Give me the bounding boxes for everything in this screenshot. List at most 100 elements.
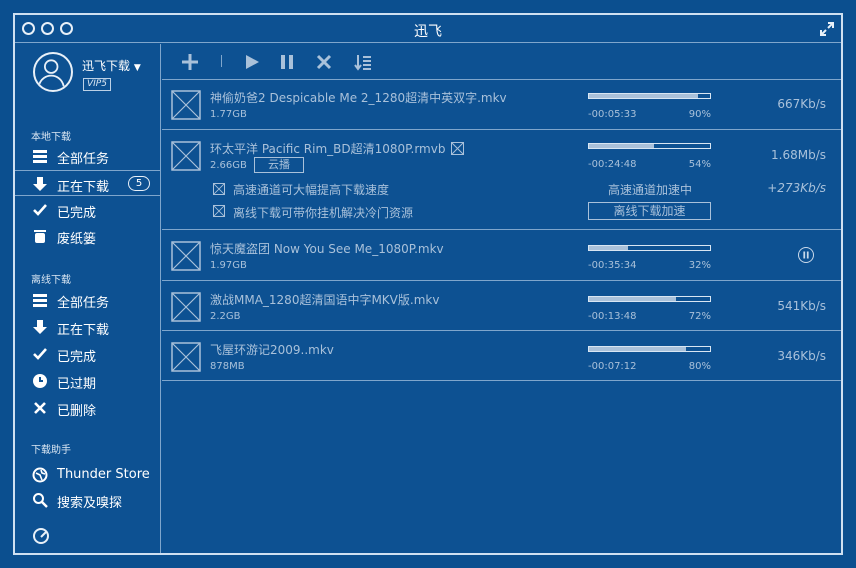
task-file-name: 神偷奶爸2 Despicable Me 2_1280超清中英双字.mkv (210, 91, 507, 105)
sidebar-item-label: 正在下载 (57, 180, 110, 195)
task-row[interactable]: 激战MMA_1280超清国语中字MKV版.mkv 2.2GB -00:13:48… (162, 282, 841, 331)
task-percent: 80% (688, 361, 711, 372)
task-percent: 72% (688, 311, 711, 322)
sidebar-item-label: 搜索及嗅探 (57, 496, 123, 511)
task-percent: 32% (688, 260, 711, 271)
task-progress-bar (588, 296, 711, 302)
paused-icon[interactable] (798, 247, 814, 263)
task-speed: 667Kb/s (777, 97, 826, 111)
sidebar-item-label: 已完成 (57, 206, 97, 221)
task-time-remaining: -00:24:48 (588, 159, 637, 170)
task-speed: 541Kb/s (777, 299, 826, 313)
toolbar (162, 44, 841, 80)
cloud-play-button[interactable]: 云播 (254, 157, 304, 173)
pause-icon[interactable] (278, 53, 296, 71)
check-icon (33, 348, 47, 360)
sidebar-item-expired[interactable]: 已过期 (15, 368, 160, 394)
task-file-size: 1.97GB (210, 260, 247, 271)
add-task-icon[interactable] (181, 53, 199, 71)
progress-fill (589, 94, 698, 98)
delete-icon[interactable] (315, 53, 333, 71)
sort-icon[interactable] (354, 53, 372, 71)
sidebar-item-label: 已完成 (57, 350, 97, 365)
title-bar: 迅飞 (15, 15, 841, 43)
task-row[interactable]: 飞屋环游记2009..mkv 878MB -00:07:12 80% 346Kb… (162, 332, 841, 381)
task-time-remaining: -00:07:12 (588, 361, 637, 372)
play-icon[interactable] (243, 53, 261, 71)
sidebar-item-trash[interactable]: 废纸篓 (15, 223, 160, 249)
download-arrow-icon (33, 177, 47, 191)
task-time-remaining: -00:05:33 (588, 109, 637, 120)
file-thumbnail-icon (171, 141, 201, 171)
sidebar-item-label: 全部任务 (57, 296, 110, 311)
sidebar-item-label: 正在下载 (57, 323, 110, 338)
sidebar-item-label: 废纸篓 (57, 232, 97, 247)
sidebar-item-deleted[interactable]: 已删除 (15, 395, 160, 421)
task-speed: 346Kb/s (777, 349, 826, 363)
task-row[interactable]: 神偷奶爸2 Despicable Me 2_1280超清中英双字.mkv 1.7… (162, 80, 841, 130)
progress-fill (589, 246, 628, 250)
progress-fill (589, 297, 677, 301)
file-thumbnail-icon (171, 90, 201, 120)
sidebar-item-offline-downloading[interactable]: 正在下载 (15, 314, 160, 340)
speedometer-icon[interactable] (32, 527, 50, 545)
user-menu[interactable]: 迅飞下载 ▼ (82, 57, 141, 74)
task-row[interactable]: 惊天魔盗团 Now You See Me_1080P.mkv 1.97GB -0… (162, 231, 841, 281)
file-thumbnail-icon (171, 292, 201, 322)
sidebar-item-offline-all[interactable]: 全部任务 (15, 287, 160, 313)
globe-icon (32, 467, 48, 483)
task-speed: 1.68Mb/s (771, 148, 826, 162)
sidebar-item-search[interactable]: 搜索及嗅探 (15, 487, 160, 513)
task-row-expanded[interactable]: 环太平洋 Pacific Rim_BD超清1080P.rmvb 2.66GB 云… (162, 131, 841, 230)
app-window: 迅飞 迅飞下载 ▼ VIP5 本地下载 全部任务 正在下载 5 已完成 废纸篓 … (13, 13, 843, 555)
task-file-name: 环太平洋 Pacific Rim_BD超清1080P.rmvb (210, 140, 465, 157)
task-file-name: 激战MMA_1280超清国语中字MKV版.mkv (210, 293, 440, 307)
high-speed-option-label: 高速通道可大幅提高下载速度 (233, 183, 390, 197)
download-arrow-icon (33, 320, 47, 334)
sidebar-item-offline-completed[interactable]: 已完成 (15, 341, 160, 367)
offline-accelerate-button[interactable]: 离线下载加速 (588, 202, 711, 220)
checkbox-icon[interactable] (213, 183, 225, 195)
username: 迅飞下载 (82, 59, 131, 73)
task-percent: 90% (688, 109, 711, 120)
avatar[interactable] (33, 52, 73, 92)
chevron-down-icon: ▼ (133, 63, 141, 73)
sidebar-item-label: 全部任务 (57, 152, 110, 167)
task-progress-bar (588, 346, 711, 352)
main-panel: 神偷奶爸2 Despicable Me 2_1280超清中英双字.mkv 1.7… (162, 44, 841, 553)
toolbar-divider (221, 55, 222, 67)
progress-fill (589, 347, 686, 351)
local-download-heading: 本地下载 (31, 132, 71, 143)
vip-badge: VIP5 (83, 78, 111, 91)
task-file-name: 飞屋环游记2009..mkv (210, 343, 334, 357)
count-badge: 5 (128, 176, 150, 191)
file-thumbnail-icon (451, 142, 465, 155)
sidebar-item-label: Thunder Store (57, 467, 150, 482)
sidebar: 迅飞下载 ▼ VIP5 本地下载 全部任务 正在下载 5 已完成 废纸篓 离线下… (15, 44, 161, 553)
task-file-size: 878MB (210, 361, 245, 372)
sidebar-item-downloading[interactable]: 正在下载 5 (15, 170, 160, 196)
progress-fill (589, 144, 655, 148)
task-progress-bar (588, 245, 711, 251)
sidebar-item-thunder-store[interactable]: Thunder Store (15, 462, 160, 488)
search-icon (33, 493, 48, 508)
trash-icon (34, 230, 46, 243)
task-time-remaining: -00:35:34 (588, 260, 637, 271)
fullscreen-icon[interactable] (819, 21, 835, 37)
task-file-name-text: 环太平洋 Pacific Rim_BD超清1080P.rmvb (210, 142, 446, 156)
sidebar-item-label: 已过期 (57, 377, 97, 392)
task-percent: 54% (688, 159, 711, 170)
sidebar-item-all-tasks[interactable]: 全部任务 (15, 143, 160, 169)
task-progress-bar (588, 143, 711, 149)
file-thumbnail-icon (171, 342, 201, 372)
sidebar-item-label: 已删除 (57, 404, 97, 419)
check-icon (33, 204, 47, 216)
x-icon (34, 402, 46, 414)
task-file-size: 2.66GB (210, 160, 247, 171)
checkbox-icon[interactable] (213, 205, 225, 217)
list-icon (33, 294, 47, 307)
task-progress-bar (588, 93, 711, 99)
sidebar-item-completed[interactable]: 已完成 (15, 197, 160, 223)
task-file-name: 惊天魔盗团 Now You See Me_1080P.mkv (210, 242, 444, 256)
offline-download-heading: 离线下载 (31, 275, 71, 286)
